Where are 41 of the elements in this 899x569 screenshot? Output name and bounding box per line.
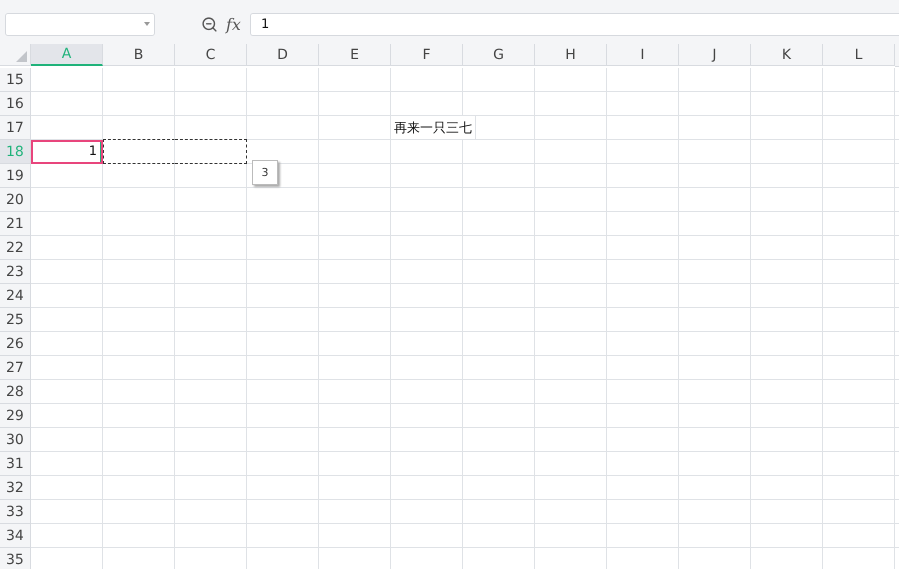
column-header[interactable]: G <box>463 44 535 66</box>
paste-options-hint[interactable]: 3 <box>252 160 278 185</box>
column-header[interactable]: B <box>103 44 175 66</box>
zoom-out-icon[interactable] <box>201 16 218 32</box>
row-header[interactable]: 34 <box>0 524 31 548</box>
row-header[interactable]: 25 <box>0 308 31 332</box>
row-header[interactable]: 16 <box>0 92 31 116</box>
column-header[interactable]: E <box>319 44 391 66</box>
row-header[interactable]: 29 <box>0 404 31 428</box>
caret-icon <box>144 22 150 26</box>
row-header[interactable]: 28 <box>0 380 31 404</box>
row-header[interactable]: 35 <box>0 548 31 569</box>
row-header[interactable]: 31 <box>0 452 31 476</box>
column-header[interactable]: H <box>535 44 607 66</box>
formula-field[interactable]: 1 <box>250 12 899 36</box>
row-header[interactable]: 17 <box>0 116 31 140</box>
table-cell[interactable]: 再来一只三七 <box>391 116 476 140</box>
column-header[interactable]: K <box>751 44 823 66</box>
row-header[interactable]: 27 <box>0 356 31 380</box>
table-cell[interactable]: 1 <box>31 140 103 164</box>
row-header[interactable]: 19 <box>0 164 31 188</box>
row-header[interactable]: 33 <box>0 500 31 524</box>
row-header[interactable]: 15 <box>0 68 31 92</box>
column-header[interactable]: C <box>175 44 247 66</box>
row-header[interactable]: 22 <box>0 236 31 260</box>
copied-cell[interactable] <box>175 139 247 164</box>
row-header[interactable]: 24 <box>0 284 31 308</box>
row-header[interactable]: 30 <box>0 428 31 452</box>
column-header[interactable]: J <box>679 44 751 66</box>
row-header[interactable]: 23 <box>0 260 31 284</box>
column-header[interactable]: I <box>607 44 679 66</box>
row-header[interactable]: 32 <box>0 476 31 500</box>
copied-cell[interactable] <box>103 139 175 164</box>
row-header[interactable]: 21 <box>0 212 31 236</box>
column-header[interactable]: L <box>823 44 895 66</box>
corner-triangle-icon <box>16 51 27 62</box>
function-label[interactable]: fx <box>226 14 241 34</box>
column-header[interactable]: D <box>247 44 319 66</box>
row-header[interactable]: 20 <box>0 188 31 212</box>
row-header[interactable]: 26 <box>0 332 31 356</box>
column-header[interactable]: F <box>391 44 463 66</box>
